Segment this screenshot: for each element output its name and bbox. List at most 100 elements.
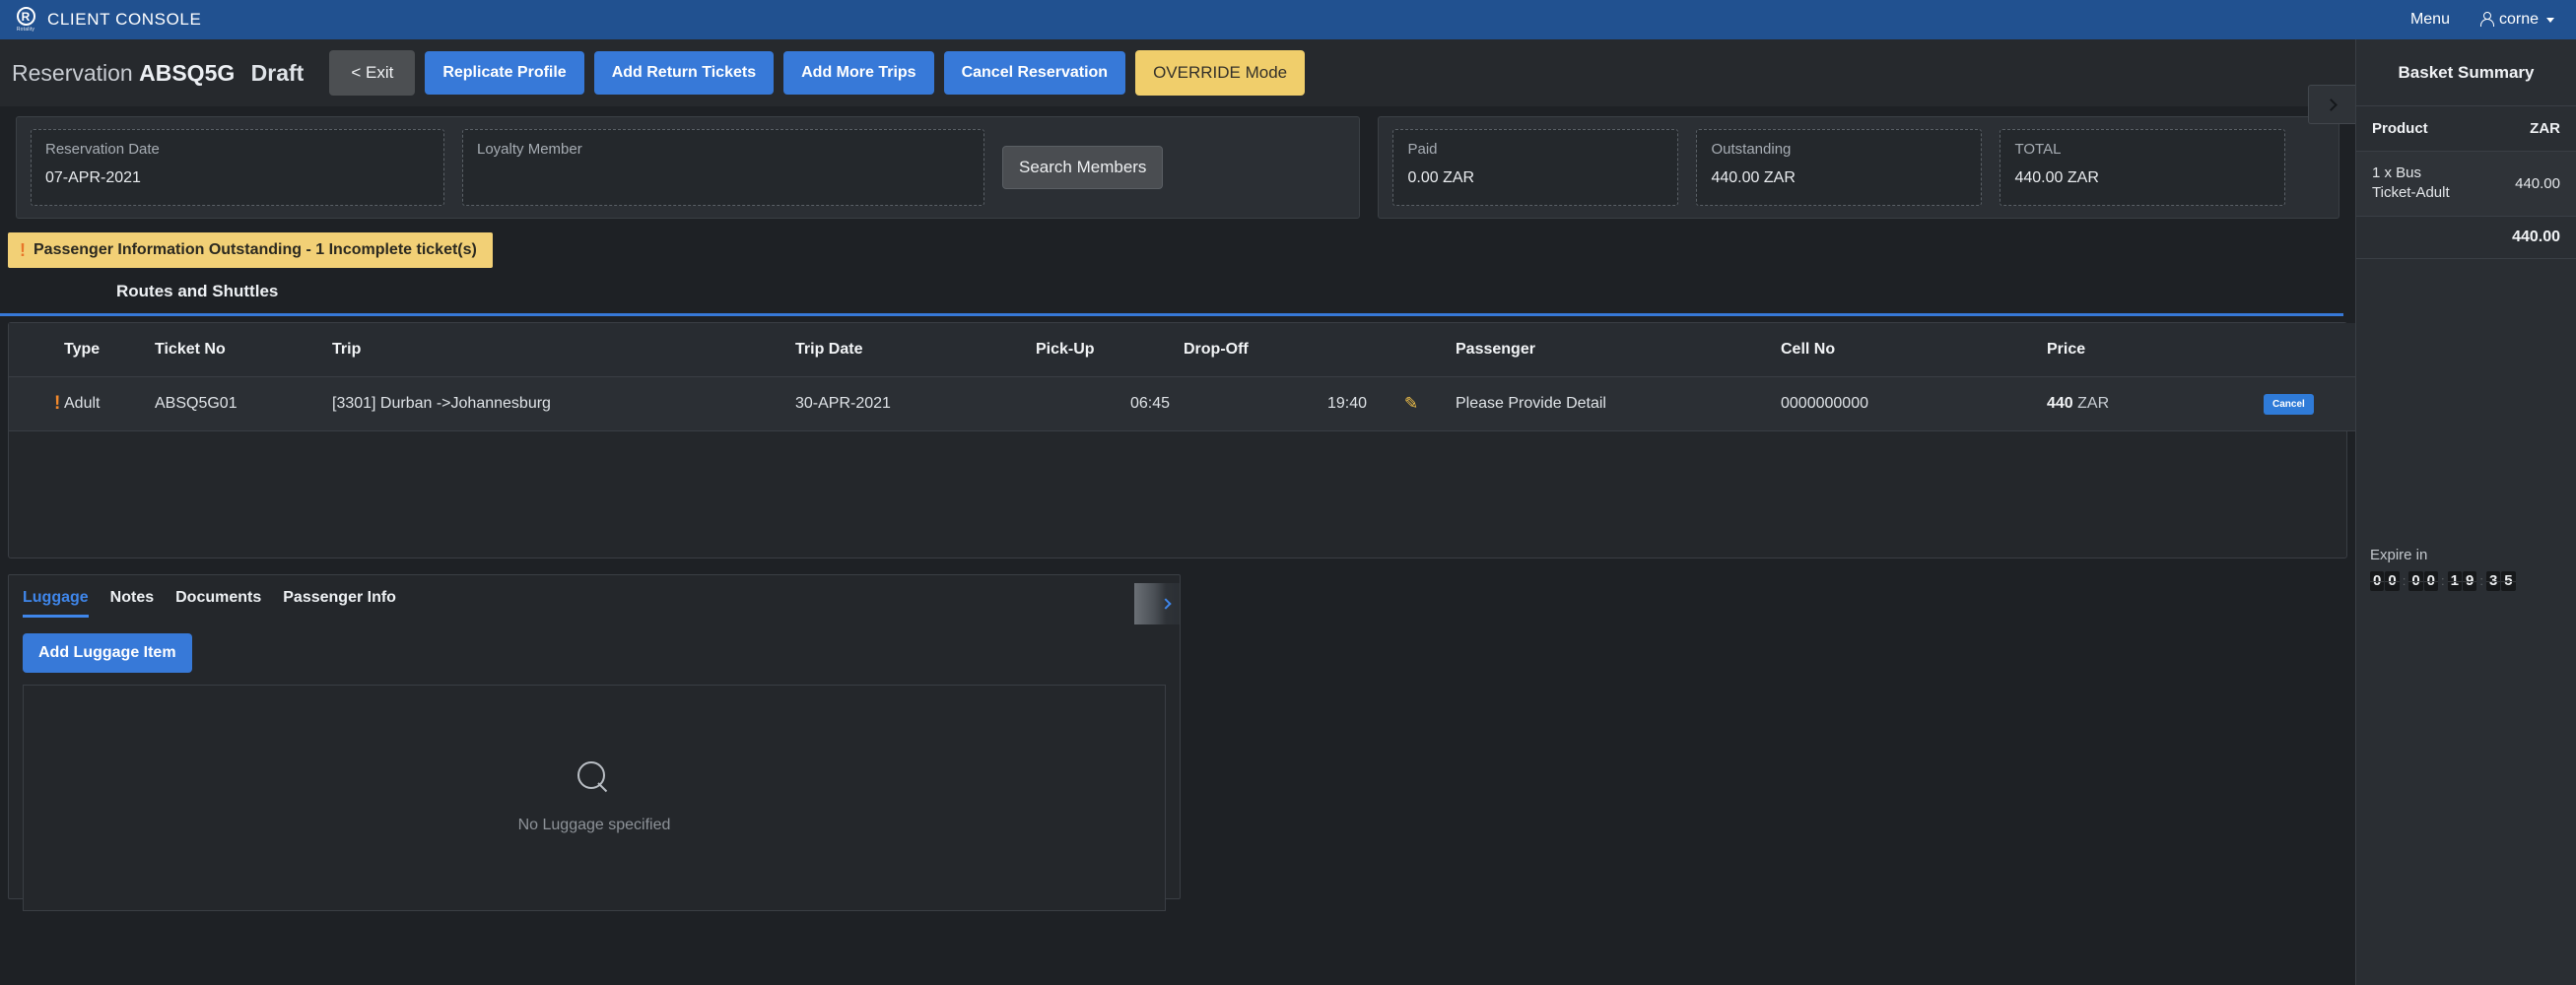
expire-label: Expire in [2370, 546, 2428, 563]
pencil-icon[interactable]: ✎ [1404, 394, 1418, 413]
collapse-basket-toggle[interactable] [2308, 85, 2355, 124]
separator: : [2441, 573, 2445, 589]
table-row[interactable]: ! Adult ABSQ5G01 [3301] Durban ->Johanne… [9, 376, 2441, 431]
cell-cell-no: 0000000000 [1781, 376, 2047, 431]
col-cell-no: Cell No [1781, 323, 2047, 377]
tabs-scroll-right-handle[interactable] [1134, 583, 1180, 624]
cell-passenger: Please Provide Detail [1456, 376, 1781, 431]
countdown-seconds: 3 5 [2485, 570, 2516, 591]
replicate-profile-button[interactable]: Replicate Profile [425, 51, 584, 95]
reservation-date-label: Reservation Date [45, 141, 160, 158]
status-badge: Draft [250, 59, 305, 86]
info-panels: Reservation Date 07-APR-2021 Loyalty Mem… [0, 106, 2355, 219]
logo-wordmark: Rotality [16, 27, 35, 33]
digit: 9 [2462, 570, 2477, 591]
reservation-code: ABSQ5G [139, 59, 236, 86]
details-tab-strip: Luggage Notes Documents Passenger Info [9, 575, 1180, 618]
action-header: Reservation ABSQ5G Draft < Exit Replicat… [0, 39, 2355, 124]
row-flag-cell: ! [9, 376, 64, 431]
reservation-date-field[interactable]: Reservation Date 07-APR-2021 [31, 129, 444, 206]
paid-label: Paid [1407, 141, 1438, 158]
basket-header-row: Product ZAR [2356, 106, 2576, 152]
user-name: corne [2498, 11, 2539, 28]
basket-title: Basket Summary [2356, 39, 2576, 106]
cell-edit[interactable]: ✎ [1367, 376, 1456, 431]
routes-tab-strip: Routes and Shuttles [0, 282, 2343, 316]
outstanding-label: Outstanding [1711, 141, 1792, 158]
page-title: Reservation ABSQ5G Draft [12, 60, 304, 87]
menu-button[interactable]: Menu [2410, 11, 2450, 29]
digit: 0 [2370, 570, 2385, 591]
cell-trip: [3301] Durban ->Johannesburg [332, 376, 795, 431]
cell-price: 440 ZAR [2047, 376, 2264, 431]
col-trip-date: Trip Date [795, 323, 1022, 377]
reservation-date-value: 07-APR-2021 [45, 169, 141, 186]
basket-item-product: 1 x Bus Ticket-Adult [2372, 164, 2450, 202]
outstanding-value: 440.00 ZAR [1711, 169, 1796, 186]
cancel-ticket-button[interactable]: Cancel [2264, 393, 2314, 415]
top-bar-right: Menu corne [2410, 11, 2554, 29]
col-pickup: Pick-Up [1022, 323, 1170, 377]
add-return-tickets-button[interactable]: Add Return Tickets [593, 51, 775, 95]
outstanding-field: Outstanding 440.00 ZAR [1696, 129, 1983, 206]
chevron-down-icon [2546, 17, 2554, 23]
tab-routes-and-shuttles[interactable]: Routes and Shuttles [108, 282, 286, 313]
search-icon [577, 761, 611, 795]
col-ticket-no: Ticket No [155, 323, 332, 377]
chevron-right-icon [1160, 598, 1172, 610]
row-alert-icon: ! [54, 393, 61, 414]
logo-letter: R [16, 7, 35, 26]
total-field: TOTAL 440.00 ZAR [2000, 129, 2286, 206]
countdown-days: 0 0 [2370, 570, 2401, 591]
loyalty-member-field[interactable]: Loyalty Member [462, 129, 984, 206]
tab-luggage[interactable]: Luggage [23, 589, 89, 618]
col-edit [1367, 323, 1456, 377]
empty-state-text: No Luggage specified [517, 817, 671, 833]
paid-field: Paid 0.00 ZAR [1392, 129, 1679, 206]
cell-dropoff: 19:40 [1170, 376, 1367, 431]
search-members-button[interactable]: Search Members [1002, 146, 1164, 189]
digit: 0 [2423, 570, 2439, 591]
warning-banner-wrap: ! Passenger Information Outstanding - 1 … [0, 219, 2355, 268]
total-label: TOTAL [2014, 141, 2062, 158]
cancel-reservation-button[interactable]: Cancel Reservation [943, 51, 1126, 95]
col-dropoff: Drop-Off [1170, 323, 1367, 377]
override-mode-button[interactable]: OVERRIDE Mode [1135, 50, 1306, 96]
col-type: Type [64, 323, 155, 377]
tab-passenger-info[interactable]: Passenger Info [283, 589, 396, 618]
trips-table-card: Type Ticket No Trip Trip Date Pick-Up Dr… [8, 322, 2441, 558]
paid-value: 0.00 ZAR [1407, 169, 1475, 186]
warning-text: Passenger Information Outstanding - 1 In… [34, 241, 477, 258]
countdown-minutes: 1 9 [2447, 570, 2477, 591]
cell-ticket-no: ABSQ5G01 [155, 376, 332, 431]
details-panel: Luggage Notes Documents Passenger Info A… [8, 574, 1181, 911]
amounts-panel: Paid 0.00 ZAR Outstanding 440.00 ZAR TOT… [1378, 116, 2339, 219]
total-value: 440.00 ZAR [2014, 169, 2099, 186]
chevron-right-icon [2324, 98, 2338, 111]
cell-type: Adult [64, 376, 155, 431]
rotality-logo: R Rotality [14, 5, 37, 34]
col-passenger: Passenger [1456, 323, 1781, 377]
basket-total: 440.00 [2356, 217, 2576, 259]
tab-documents[interactable]: Documents [175, 589, 261, 618]
col-flag [9, 323, 64, 377]
loyalty-member-label: Loyalty Member [477, 141, 582, 158]
trips-table: Type Ticket No Trip Trip Date Pick-Up Dr… [9, 323, 2441, 431]
page-body: Reservation ABSQ5G Draft < Exit Replicat… [0, 39, 2576, 985]
digit: 5 [2501, 570, 2516, 591]
add-luggage-wrap: Add Luggage Item [9, 618, 1180, 673]
add-luggage-item-button[interactable]: Add Luggage Item [23, 633, 192, 673]
countdown-digits: 0 0 : 0 0 : 1 9 : 3 5 [2370, 570, 2562, 591]
user-icon [2479, 12, 2494, 28]
col-price: Price [2047, 323, 2264, 377]
cell-pickup: 06:45 [1022, 376, 1170, 431]
basket-summary-panel: Basket Summary Product ZAR 1 x Bus Ticke… [2355, 39, 2576, 985]
col-trip: Trip [332, 323, 795, 377]
app-title: CLIENT CONSOLE [47, 10, 202, 29]
tab-notes[interactable]: Notes [110, 589, 154, 618]
digit: 3 [2485, 570, 2501, 591]
countdown-hours: 0 0 [2408, 570, 2439, 591]
exit-button[interactable]: < Exit [329, 50, 416, 96]
add-more-trips-button[interactable]: Add More Trips [783, 51, 934, 95]
user-menu[interactable]: corne [2479, 11, 2554, 29]
